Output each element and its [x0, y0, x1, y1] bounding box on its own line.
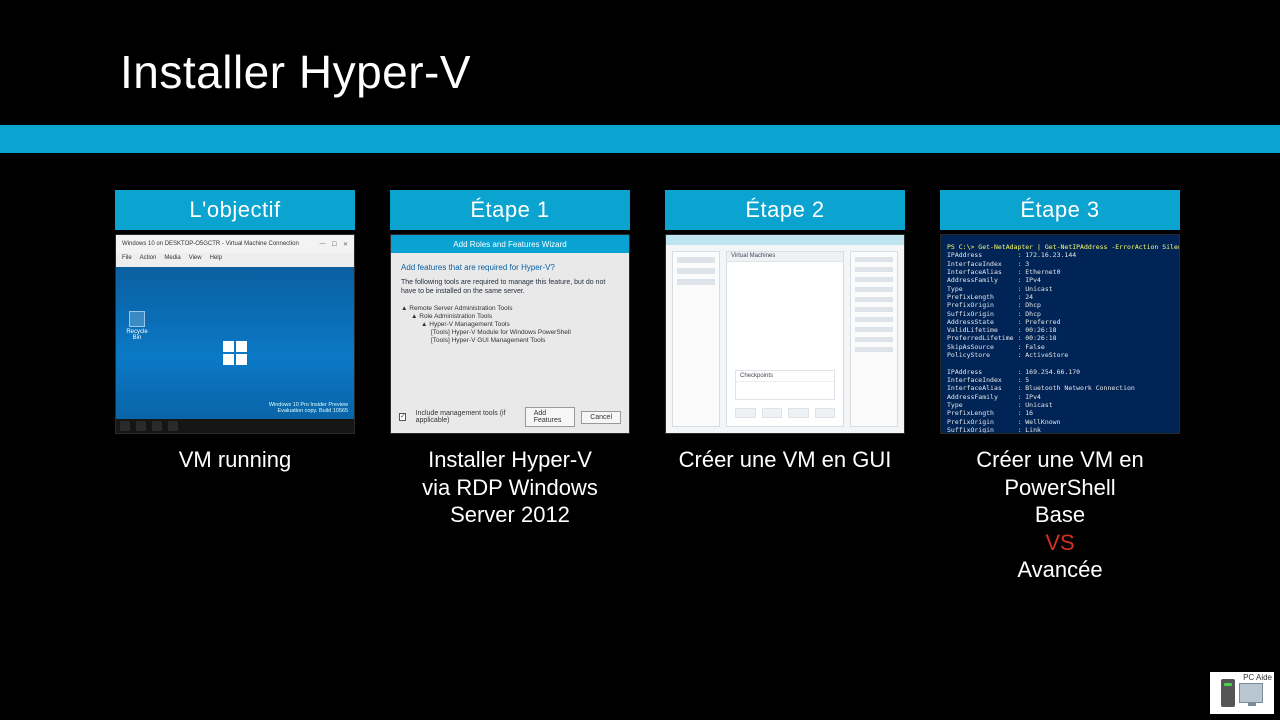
wizard-footer: Include management tools (if applicable)…: [399, 407, 621, 427]
checkpoints-box: Checkpoints: [735, 370, 835, 400]
wizard-headline: Add features that are required for Hyper…: [401, 263, 619, 273]
evaluation-watermark: Windows 10 Pro Insider Preview Evaluatio…: [269, 402, 348, 415]
card-header: Étape 2: [665, 190, 905, 230]
slide-title: Installer Hyper-V: [120, 45, 471, 99]
window-titlebar: [666, 235, 904, 245]
actions-pane: [850, 251, 898, 427]
card-step3: Étape 3 PS C:\> Get-NetAdapter | Get-Net…: [940, 190, 1180, 584]
vm-window-titlebar: Windows 10 on DESKTOP-O5GCTR - Virtual M…: [116, 235, 354, 253]
card-header: L'objectif: [115, 190, 355, 230]
card-caption: Créer une VM en GUI: [665, 446, 905, 474]
menu-item: Help: [210, 255, 222, 265]
taskbar: [116, 419, 354, 433]
wizard-body: Add features that are required for Hyper…: [401, 263, 619, 403]
thumb-add-roles-wizard: Add Roles and Features Wizard Add featur…: [390, 234, 630, 434]
recycle-bin-icon: Recycle Bin: [126, 311, 148, 341]
menu-item: File: [122, 255, 132, 265]
accent-bar: [0, 125, 1280, 153]
recycle-bin-label: Recycle Bin: [126, 329, 147, 341]
monitor-icon: [1239, 683, 1263, 703]
card-header: Étape 1: [390, 190, 630, 230]
wizard-description: The following tools are required to mana…: [401, 279, 605, 295]
thumb-powershell: PS C:\> Get-NetAdapter | Get-NetIPAddres…: [940, 234, 1180, 434]
card-caption: Installer Hyper-V via RDP Windows Server…: [390, 446, 630, 529]
vm-desktop: Recycle Bin Windows 10 Pro Insider Previ…: [116, 267, 354, 433]
computer-tower-icon: [1221, 679, 1235, 707]
pc-aide-logo: PC Aide: [1210, 672, 1274, 714]
center-pane: Virtual Machines Checkpoints: [726, 251, 844, 427]
window-controls: — ☐ ✕: [320, 241, 348, 248]
include-tools-checkbox: [399, 413, 406, 421]
left-pane: [672, 251, 720, 427]
checkpoints-label: Checkpoints: [736, 371, 834, 382]
menu-item: View: [189, 255, 202, 265]
slide: Installer Hyper-V L'objectif Windows 10 …: [0, 0, 1280, 720]
close-icon: ✕: [343, 241, 348, 248]
thumb-vm-desktop: Windows 10 on DESKTOP-O5GCTR - Virtual M…: [115, 234, 355, 434]
wizard-title: Add Roles and Features Wizard: [391, 235, 629, 253]
powershell-console: PS C:\> Get-NetAdapter | Get-NetIPAddres…: [941, 235, 1179, 433]
maximize-icon: ☐: [332, 241, 337, 248]
cancel-button: Cancel: [581, 411, 621, 424]
card-step1: Étape 1 Add Roles and Features Wizard Ad…: [390, 190, 630, 584]
menu-item: Action: [140, 255, 157, 265]
add-features-button: Add Features: [525, 407, 575, 427]
pc-aide-label: PC Aide: [1243, 673, 1272, 682]
card-header: Étape 3: [940, 190, 1180, 230]
start-button-icon: [120, 421, 130, 431]
windows-logo-icon: [223, 341, 247, 365]
minimize-icon: —: [320, 241, 326, 248]
card-objective: L'objectif Windows 10 on DESKTOP-O5GCTR …: [115, 190, 355, 584]
card-caption: Créer une VM en PowerShell Base VS Avanc…: [940, 446, 1180, 584]
vm-list-header: Virtual Machines: [727, 252, 843, 262]
vm-window-title: Windows 10 on DESKTOP-O5GCTR - Virtual M…: [122, 241, 299, 247]
include-tools-label: Include management tools (if applicable): [416, 410, 513, 424]
menu-item: Media: [164, 255, 180, 265]
card-caption: VM running: [115, 446, 355, 474]
card-row: L'objectif Windows 10 on DESKTOP-O5GCTR …: [115, 190, 1180, 584]
thumb-hyperv-manager: Virtual Machines Checkpoints: [665, 234, 905, 434]
vm-window-menu: File Action Media View Help: [116, 253, 354, 267]
feature-tree: ▲ Remote Server Administration Tools ▲ R…: [401, 305, 619, 346]
card-step2: Étape 2 Virtual Machines Checkpoints: [665, 190, 905, 584]
